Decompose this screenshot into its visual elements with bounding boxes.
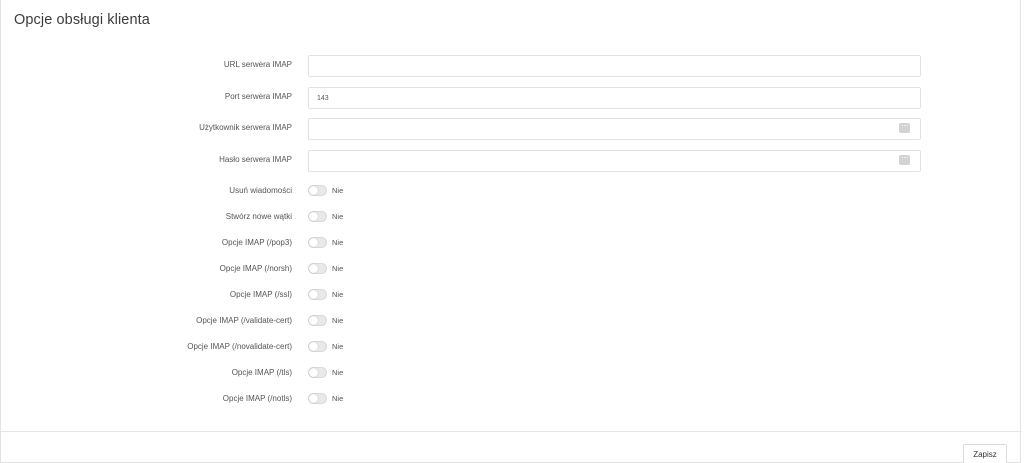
imap-ssl-toggle[interactable] (308, 289, 327, 300)
delete-messages-label: Usuń wiadomości (229, 186, 292, 195)
toggle-row-imap-notls: Opcje IMAP (/notls) Nie (1, 392, 1022, 414)
imap-ssl-state: Nie (332, 290, 344, 299)
field-row-imap-user: Użytkownik serwera IMAP ··· (1, 118, 1022, 140)
imap-port-label: Port serwera IMAP (224, 92, 292, 101)
imap-validate-cert-toggle[interactable] (308, 315, 327, 326)
toggle-knob (309, 290, 318, 299)
field-row-imap-url: URL serwera IMAP (1, 55, 1022, 77)
new-threads-state: Nie (332, 212, 344, 221)
toggle-knob (309, 264, 318, 273)
imap-tls-state: Nie (332, 368, 344, 377)
imap-validate-cert-label: Opcje IMAP (/validate-cert) (196, 316, 292, 325)
toggle-knob (309, 394, 318, 403)
delete-messages-toggle[interactable] (308, 185, 327, 196)
imap-password-input[interactable] (308, 150, 921, 172)
toggle-knob (309, 186, 318, 195)
toggle-row-imap-tls: Opcje IMAP (/tls) Nie (1, 366, 1022, 388)
imap-novalidate-cert-label: Opcje IMAP (/novalidate-cert) (187, 342, 292, 351)
page-title: Opcje obsługi klienta (14, 12, 150, 28)
imap-notls-toggle[interactable] (308, 393, 327, 404)
imap-notls-state: Nie (332, 394, 344, 403)
toggle-knob (309, 316, 318, 325)
imap-norsh-label: Opcje IMAP (/norsh) (219, 264, 292, 273)
imap-notls-label: Opcje IMAP (/notls) (222, 394, 292, 403)
new-threads-label: Stwórz nowe wątki (225, 212, 292, 221)
imap-pop3-toggle[interactable] (308, 237, 327, 248)
imap-novalidate-cert-toggle[interactable] (308, 341, 327, 352)
toggle-row-new-threads: Stwórz nowe wątki Nie (1, 210, 1022, 232)
more-dots-icon[interactable]: ··· (899, 121, 910, 133)
field-row-imap-password: Hasło serwera IMAP ··· (1, 150, 1022, 172)
more-dots-icon[interactable]: ··· (899, 153, 910, 165)
imap-tls-label: Opcje IMAP (/tls) (231, 368, 292, 377)
client-options-panel: Opcje obsługi klienta URL serwera IMAP P… (0, 0, 1022, 463)
imap-url-label: URL serwera IMAP (223, 60, 292, 69)
imap-user-input-wrap: ··· (1, 118, 1022, 140)
toggle-row-delete-messages: Usuń wiadomości Nie (1, 184, 1022, 206)
toggle-row-imap-pop3: Opcje IMAP (/pop3) Nie (1, 236, 1022, 258)
save-button[interactable]: Zapisz (963, 444, 1007, 463)
imap-tls-toggle[interactable] (308, 367, 327, 378)
field-row-imap-port: Port serwera IMAP (1, 87, 1022, 109)
delete-messages-state: Nie (332, 186, 344, 195)
toggle-knob (309, 368, 318, 377)
toggle-knob (309, 342, 318, 351)
imap-validate-cert-state: Nie (332, 316, 344, 325)
toggle-row-imap-norsh: Opcje IMAP (/norsh) Nie (1, 262, 1022, 284)
new-threads-toggle[interactable] (308, 211, 327, 222)
imap-password-input-wrap: ··· (1, 150, 1022, 172)
imap-norsh-state: Nie (332, 264, 344, 273)
toggle-row-imap-ssl: Opcje IMAP (/ssl) Nie (1, 288, 1022, 310)
toggle-row-imap-validate-cert: Opcje IMAP (/validate-cert) Nie (1, 314, 1022, 336)
imap-port-input[interactable] (308, 87, 921, 109)
imap-novalidate-cert-state: Nie (332, 342, 344, 351)
toggle-knob (309, 238, 318, 247)
footer-divider (1, 431, 1022, 432)
toggle-row-imap-novalidate-cert: Opcje IMAP (/novalidate-cert) Nie (1, 340, 1022, 362)
imap-user-input[interactable] (308, 118, 921, 140)
imap-ssl-label: Opcje IMAP (/ssl) (229, 290, 292, 299)
imap-norsh-toggle[interactable] (308, 263, 327, 274)
imap-url-input[interactable] (308, 55, 921, 77)
toggle-knob (309, 212, 318, 221)
imap-pop3-state: Nie (332, 238, 344, 247)
imap-pop3-label: Opcje IMAP (/pop3) (221, 238, 292, 247)
